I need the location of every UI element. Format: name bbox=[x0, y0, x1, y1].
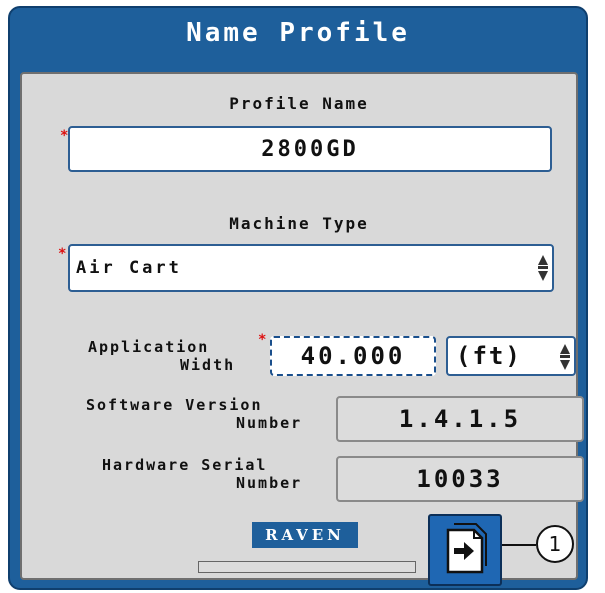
hardware-serial-label-2: Number bbox=[236, 474, 303, 492]
machine-type-label: Machine Type bbox=[229, 214, 369, 233]
callout-badge: 1 bbox=[536, 525, 574, 563]
application-width-value: 40.000 bbox=[300, 342, 406, 370]
application-width-label: Application bbox=[88, 338, 210, 356]
required-marker: * bbox=[58, 246, 67, 262]
raven-logo: RAVEN bbox=[252, 522, 358, 548]
hardware-serial-label: Hardware Serial bbox=[102, 456, 268, 474]
callout-connector bbox=[502, 544, 536, 546]
up-down-spinner-icon[interactable] bbox=[560, 342, 570, 372]
machine-type-value: Air Cart bbox=[76, 258, 182, 278]
unit-select[interactable]: (ft) bbox=[446, 336, 576, 376]
hardware-serial-value: 10033 bbox=[336, 456, 584, 502]
software-version-value: 1.4.1.5 bbox=[336, 396, 584, 442]
page-arrow-icon bbox=[446, 523, 487, 574]
up-down-spinner-icon[interactable] bbox=[538, 253, 548, 283]
next-page-button[interactable] bbox=[428, 514, 502, 586]
profile-name-label: Profile Name bbox=[229, 94, 369, 113]
profile-name-input[interactable]: 2800GD bbox=[68, 126, 552, 172]
dialog-title: Name Profile bbox=[186, 18, 410, 48]
required-marker: * bbox=[258, 332, 267, 348]
application-width-input[interactable]: 40.000 bbox=[270, 336, 436, 376]
software-version-label-2: Number bbox=[236, 414, 303, 432]
progress-bar bbox=[198, 561, 416, 573]
machine-type-select[interactable]: Air Cart bbox=[68, 244, 554, 292]
profile-name-value: 2800GD bbox=[261, 137, 359, 162]
unit-value: (ft) bbox=[456, 342, 522, 370]
software-version-label: Software Version bbox=[86, 396, 263, 414]
profile-panel: Profile Name * 2800GD Machine Type * Air… bbox=[20, 72, 584, 580]
dialog-frame: Name Profile Profile Name * 2800GD Machi… bbox=[8, 6, 588, 590]
application-width-label-2: Width bbox=[180, 356, 236, 374]
